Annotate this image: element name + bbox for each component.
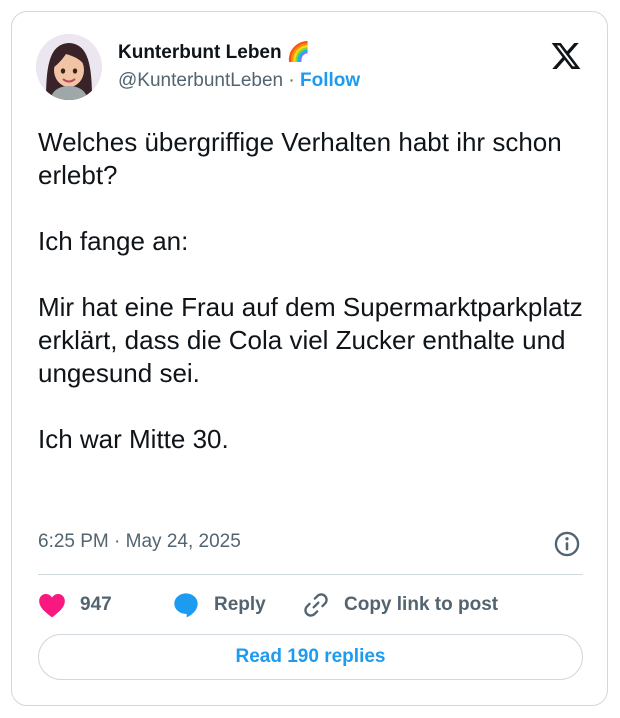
tweet-timestamp[interactable]: 6:25 PM · May 24, 2025: [38, 531, 241, 553]
follow-button[interactable]: Follow: [300, 70, 360, 91]
speech-bubble-icon: [174, 593, 198, 618]
tweet-text: Welches übergriffige Verhalten habt ihr …: [38, 126, 586, 456]
heart-icon: [39, 594, 65, 618]
like-button[interactable]: 947: [38, 590, 112, 620]
info-icon[interactable]: [553, 530, 581, 558]
action-bar: 947 Reply Copy link to post: [38, 590, 586, 620]
reply-label: Reply: [214, 594, 266, 615]
divider: [38, 574, 583, 575]
like-count: 947: [80, 594, 112, 615]
avatar-illustration: [36, 34, 102, 100]
reply-button[interactable]: Reply: [172, 590, 266, 620]
tweet-card: Kunterbunt Leben 🌈 @KunterbuntLeben · Fo…: [11, 11, 608, 706]
x-logo-icon[interactable]: [549, 40, 583, 72]
link-icon: [304, 593, 328, 617]
tweet-paragraph: Mir hat eine Frau auf dem Supermarktpark…: [38, 292, 583, 388]
read-replies-button[interactable]: Read 190 replies: [38, 634, 583, 680]
tweet-paragraph: Welches übergriffige Verhalten habt ihr …: [38, 127, 562, 190]
tweet-header: Kunterbunt Leben 🌈 @KunterbuntLeben · Fo…: [36, 34, 583, 104]
avatar[interactable]: [36, 34, 102, 100]
tweet-paragraph: Ich fange an:: [38, 226, 189, 256]
copy-link-label: Copy link to post: [344, 594, 499, 615]
separator-dot: ·: [288, 70, 295, 91]
tweet-paragraph: Ich war Mitte 30.: [38, 424, 229, 454]
author-name[interactable]: Kunterbunt Leben 🌈: [118, 40, 311, 64]
copy-link-button[interactable]: Copy link to post: [302, 590, 498, 620]
author-handle[interactable]: @KunterbuntLeben: [118, 70, 283, 91]
author-subline: @KunterbuntLeben · Follow: [118, 70, 360, 92]
